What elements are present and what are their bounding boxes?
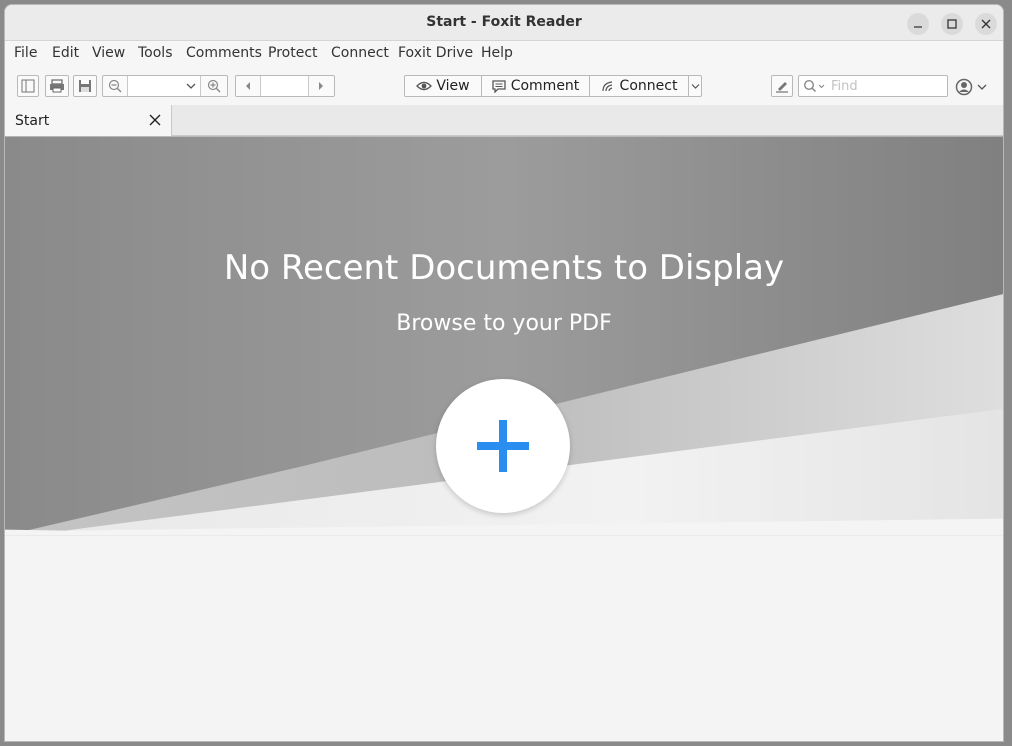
- tab-strip: Start: [5, 105, 1003, 136]
- window-title: Start - Foxit Reader: [426, 14, 582, 30]
- chevron-down-icon: [691, 83, 699, 89]
- find-placeholder: Find: [831, 78, 858, 94]
- menu-bar: File Edit View Tools Comments Protect Co…: [5, 41, 1003, 67]
- menu-view[interactable]: View: [92, 45, 125, 61]
- close-icon: [981, 19, 991, 29]
- previous-page-button[interactable]: [236, 76, 261, 96]
- eye-icon: [416, 81, 433, 91]
- zoom-select[interactable]: [127, 76, 201, 96]
- tab-label: Start: [15, 113, 50, 129]
- app-window: Start - Foxit Reader File Edit View Tool…: [4, 4, 1004, 742]
- maximize-icon: [947, 19, 957, 29]
- minimize-icon: [914, 26, 922, 28]
- save-button[interactable]: [73, 75, 97, 97]
- maximize-button[interactable]: [941, 13, 963, 35]
- menu-edit[interactable]: Edit: [52, 45, 79, 61]
- zoom-in-button[interactable]: [200, 76, 227, 96]
- close-icon: [149, 114, 161, 126]
- tab-start[interactable]: Start: [5, 105, 172, 136]
- save-icon: [79, 80, 91, 92]
- pen-icon: [776, 82, 788, 93]
- browse-subheading: Browse to your PDF: [396, 311, 612, 336]
- page-number-input[interactable]: [260, 76, 308, 96]
- no-recent-heading: No Recent Documents to Display: [223, 248, 785, 288]
- zoom-in-icon: [208, 79, 221, 93]
- print-button[interactable]: [45, 75, 69, 97]
- connect-mode-button[interactable]: Connect: [589, 75, 689, 97]
- menu-file[interactable]: File: [14, 45, 37, 61]
- view-mode-button[interactable]: View: [404, 75, 482, 97]
- menu-help[interactable]: Help: [481, 45, 513, 61]
- comment-mode-button[interactable]: Comment: [481, 75, 590, 97]
- tab-close-button[interactable]: [149, 111, 161, 130]
- zoom-out-button[interactable]: [103, 76, 128, 96]
- menu-foxit-drive[interactable]: Foxit Drive: [398, 45, 473, 61]
- print-icon: [50, 79, 64, 93]
- menu-comments[interactable]: Comments: [186, 45, 262, 61]
- chevron-down-icon: [186, 83, 196, 89]
- connect-icon: [601, 81, 612, 92]
- menu-protect[interactable]: Protect: [268, 45, 318, 61]
- sidebar-toggle-button[interactable]: [17, 75, 39, 97]
- minimize-button[interactable]: [907, 13, 929, 35]
- sign-button[interactable]: [771, 75, 793, 97]
- plus-icon: [477, 420, 529, 472]
- start-page: No Recent Documents to Display Browse to…: [5, 136, 1003, 741]
- search-icon: [803, 79, 825, 93]
- user-avatar-icon: [955, 78, 973, 96]
- chevron-down-icon: [977, 84, 987, 90]
- find-input[interactable]: Find: [798, 75, 948, 97]
- comment-mode-label: Comment: [510, 78, 580, 94]
- account-menu-button[interactable]: [955, 77, 991, 97]
- toolbar: View Comment Connect Find: [5, 67, 1003, 105]
- menu-connect[interactable]: Connect: [331, 45, 389, 61]
- connect-mode-label: Connect: [619, 78, 678, 94]
- open-file-button[interactable]: [436, 379, 570, 513]
- zoom-group: [102, 75, 228, 97]
- view-mode-label: View: [436, 78, 470, 94]
- next-page-button[interactable]: [307, 76, 334, 96]
- title-bar: Start - Foxit Reader: [5, 5, 1003, 41]
- triangle-left-icon: [245, 82, 250, 90]
- triangle-right-icon: [319, 82, 324, 90]
- comment-icon: [492, 79, 506, 93]
- close-window-button[interactable]: [975, 13, 997, 35]
- mode-dropdown-button[interactable]: [688, 75, 702, 97]
- page-nav-group: [235, 75, 335, 97]
- menu-tools[interactable]: Tools: [138, 45, 173, 61]
- zoom-out-icon: [108, 79, 122, 93]
- sidebar-icon: [21, 79, 35, 93]
